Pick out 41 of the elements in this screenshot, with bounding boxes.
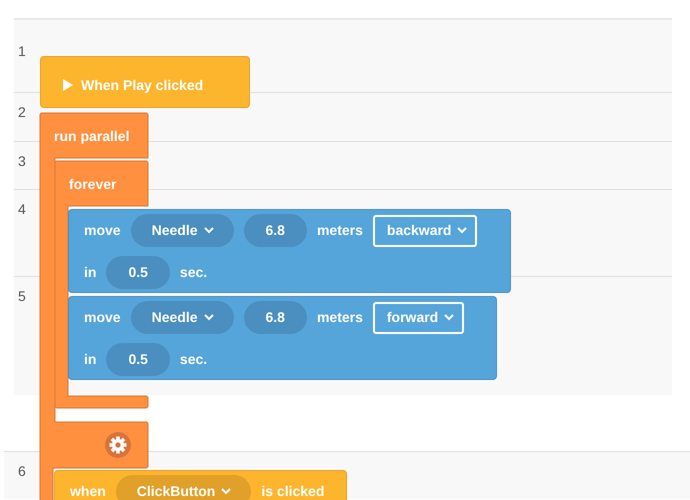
hat-block[interactable]: When Play clicked	[40, 56, 250, 108]
chevron-down-icon	[204, 314, 214, 321]
event-block[interactable]: when ClickButton is clicked	[54, 470, 347, 500]
block-label: when	[70, 482, 106, 500]
dropdown[interactable]: forward	[372, 302, 464, 334]
dropdown[interactable]: Needle	[130, 214, 234, 247]
motion-block[interactable]: move Needle 6.8 meters forward in 0.5 sec.	[68, 296, 497, 380]
chevron-down-icon	[204, 227, 214, 234]
c-block[interactable]	[54, 160, 148, 408]
number-field[interactable]: 0.5	[106, 256, 170, 289]
line-number: 5	[18, 287, 26, 306]
line-number: 1	[18, 42, 26, 61]
block-label: is clicked	[261, 482, 324, 500]
block-label: sec.	[180, 263, 208, 282]
number-field[interactable]: 6.8	[244, 214, 307, 247]
motion-block[interactable]: move Needle 6.8 meters backward in 0.5 sec.	[68, 209, 511, 293]
chevron-down-icon	[444, 314, 454, 321]
chevron-down-icon	[457, 227, 468, 234]
block-label: meters	[316, 221, 363, 240]
block-label: forever	[69, 175, 116, 194]
dropdown[interactable]: ClickButton	[116, 475, 252, 500]
gear-icon	[110, 436, 126, 454]
play-icon	[63, 79, 73, 91]
dropdown[interactable]: Needle	[130, 301, 234, 334]
number-field[interactable]: 6.8	[244, 301, 307, 334]
line-number: 3	[18, 152, 26, 171]
line-number: 6	[18, 462, 26, 481]
settings-button[interactable]	[105, 432, 131, 458]
line-number: 4	[18, 200, 26, 219]
block-label: move	[84, 308, 121, 327]
block-label: meters	[316, 308, 363, 327]
line-number: 2	[18, 103, 26, 122]
block-label: in	[84, 263, 96, 282]
dropdown[interactable]: backward	[372, 214, 478, 246]
block-label: sec.	[180, 350, 208, 369]
block-label: When Play clicked	[81, 76, 204, 95]
block-label: in	[84, 350, 96, 369]
block-label: move	[84, 221, 121, 240]
number-field[interactable]: 0.5	[106, 343, 170, 376]
chevron-down-icon	[221, 488, 232, 495]
block-label: run parallel	[54, 127, 130, 146]
